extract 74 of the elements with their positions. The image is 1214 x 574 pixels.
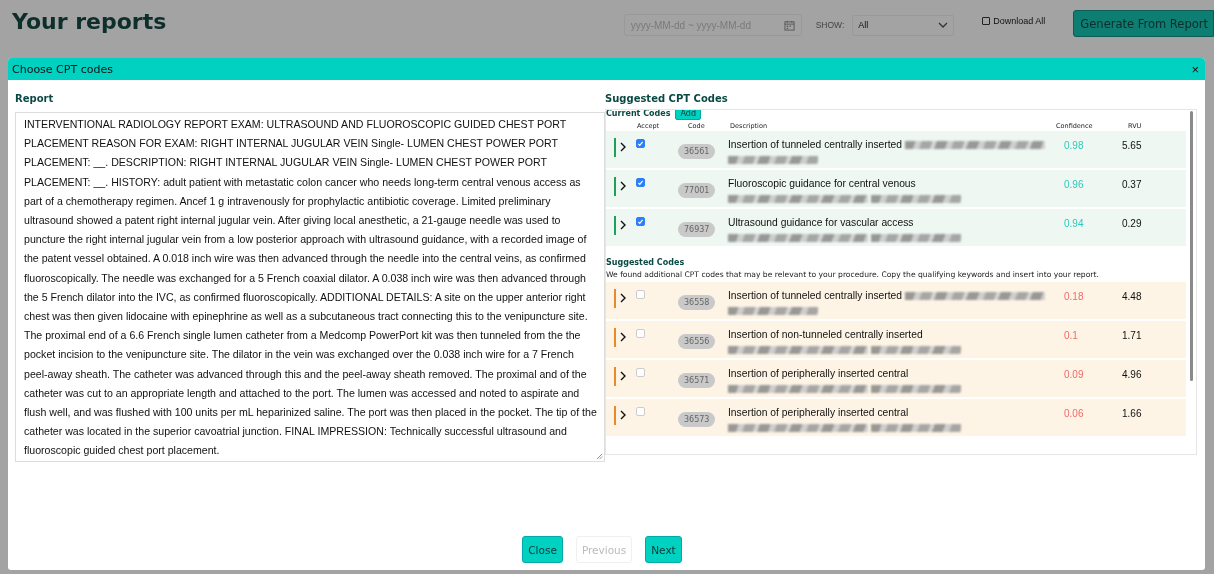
panel-title: Suggested CPT Codes <box>605 93 729 106</box>
confidence-value: 0.96 <box>1063 178 1085 192</box>
page-title: Your reports <box>12 9 167 34</box>
accept-checkbox[interactable] <box>636 329 645 338</box>
code-pill: 36571 <box>678 373 716 388</box>
expand-chevron-icon[interactable] <box>620 220 626 230</box>
expand-chevron-icon[interactable] <box>620 181 626 191</box>
resize-handle-icon[interactable] <box>596 453 603 460</box>
accept-checkbox[interactable] <box>636 139 645 148</box>
status-bar-mark <box>614 177 616 196</box>
chevron-down-icon <box>938 22 949 28</box>
code-row[interactable]: 76937 Ultrasound guidance for vascular access 0.94 0.29 <box>606 209 1186 248</box>
confidence-value: 0.98 <box>1063 139 1085 153</box>
status-bar-mark <box>614 367 616 386</box>
code-row[interactable]: 36571 Insertion of peripherally inserted central 0.09 4.96 <box>606 360 1186 399</box>
report-text-area[interactable]: INTERVENTIONAL RADIOLOGY REPORT EXAM: ULTRASOUND AND FLUOROSCOPIC GUIDED CHEST PORT PLACEMENT REASON FOR EXAM: RIGHT INTERNAL JUGULAR VEIN Single- LUMEN CHEST POWER PORT PLACEMENT: __. DESCRIPTION: RIGHT INTERNAL JUGULAR VEIN Single- LUMEN CHEST POWER PORT PLACEMENT: __. HISTORY: adult patient with metastatic colon cancer who needs long-term central venous access as part of a chemotherapy regimen. Ancef 1 g intravenously for prophylactic antibiotic coverage. Limited preliminary ultrasound showed a patent right internal jugular vein. After giving local anesthetic, a 21-gauge needle was used to puncture the right internal jugular vein from a low posterior approach with ultrasound guidance, with a recorded image of the patent vessel obtained. A 0.018 inch wire was then advanced through the needle into the central veins, as confirmed fluoroscopically. The needle was exchanged for a 5 French coaxial dilator. A 0.038 inch wire was then advanced through the 5 French dilator into the IVC, as confirmed fluoroscopically. ADDITIONAL DETAILS: A site on the upper anterior right chest was then given lidocaine with epinephrine as well as a subcutaneous tract connecting this to the venipuncture site. The proximal end of a 6.6 French single lumen catheter from a Medcomp PowerPort kit was then tunneled from the the pocket incision to the venipuncture site. The dilator in the vein was exchanged over the 0.038 inch wire for a 7 French peel-away sheath. The catheter was advanced through this and the peel-away sheath removed. The proximal and of the catheter was cut to an appropriate length and attached to the port. The lumen was accessed and noted to aspirate and flush well, and was flushed with 100 units per mL heparinized saline. The port was then placed in the pocket. The tip of the catheter was located in the superior cavoatrial junction. FINAL IMPRESSION: Technically successful ultrasound and fluoroscopic guided chest port placement. <box>15 112 605 462</box>
expand-chevron-icon[interactable] <box>620 371 626 381</box>
show-select[interactable]: All <box>852 14 955 36</box>
code-row[interactable]: 36556 Insertion of non-tunneled centrally inserted 0.1 1.71 <box>606 321 1186 360</box>
code-description: Insertion of peripherally inserted central <box>728 407 909 419</box>
rvu-value: 5.65 <box>1121 139 1143 153</box>
show-label: SHOW: <box>815 20 845 30</box>
status-bar-mark <box>614 289 616 308</box>
code-description: Fluoroscopic guidance for central venous <box>728 178 916 190</box>
confidence-value: 0.1 <box>1063 329 1079 343</box>
rvu-value: 4.96 <box>1121 368 1143 382</box>
code-pill: 36573 <box>678 412 716 427</box>
expand-chevron-icon[interactable] <box>620 142 626 152</box>
accept-checkbox[interactable] <box>636 178 645 187</box>
rvu-value: 1.71 <box>1121 329 1143 343</box>
section-title: Suggested Codes <box>606 257 685 267</box>
code-pill: 76937 <box>678 222 716 237</box>
status-bar-mark <box>614 138 616 157</box>
accept-checkbox[interactable] <box>636 368 645 377</box>
code-pill: 77001 <box>678 183 716 198</box>
code-row[interactable]: 36561 Insertion of tunneled centrally inserted 0.98 5.65 <box>606 131 1186 170</box>
rvu-value: 4.48 <box>1121 290 1143 304</box>
download-all-checkbox[interactable]: Download All <box>982 16 1046 26</box>
expand-chevron-icon[interactable] <box>620 293 626 303</box>
confidence-value: 0.18 <box>1063 290 1085 304</box>
close-button[interactable]: × <box>1189 62 1201 76</box>
code-row[interactable]: 36573 Insertion of peripherally inserted central 0.06 1.66 <box>606 399 1186 438</box>
calendar-icon <box>783 20 795 31</box>
expand-chevron-icon[interactable] <box>620 410 626 420</box>
rvu-value: 0.29 <box>1121 217 1143 231</box>
code-pill: 36561 <box>678 144 716 159</box>
dialog-title: Choose CPT codes <box>12 62 113 76</box>
code-description: Insertion of tunneled centrally inserted <box>728 290 902 302</box>
code-row[interactable]: 36558 Insertion of tunneled centrally inserted 0.18 4.48 <box>606 282 1186 321</box>
code-row[interactable]: 77001 Fluoroscopic guidance for central venous 0.96 0.37 <box>606 170 1186 209</box>
accept-checkbox[interactable] <box>636 290 645 299</box>
dialog-button[interactable]: Next <box>645 536 682 563</box>
code-description: Insertion of peripherally inserted central <box>728 368 909 380</box>
confidence-value: 0.09 <box>1063 368 1085 382</box>
accept-checkbox[interactable] <box>636 217 645 226</box>
status-bar-mark <box>614 406 616 425</box>
code-pill: 36558 <box>678 295 716 310</box>
code-pill: 36556 <box>678 334 716 349</box>
status-bar-mark <box>614 216 616 235</box>
confidence-value: 0.06 <box>1063 407 1085 421</box>
expand-chevron-icon[interactable] <box>620 332 626 342</box>
dialog-button[interactable]: Close <box>522 536 563 563</box>
confidence-value: 0.94 <box>1063 217 1085 231</box>
section-title: Current Codes <box>606 110 671 118</box>
rvu-value: 0.37 <box>1121 178 1143 192</box>
rvu-value: 1.66 <box>1121 407 1143 421</box>
code-description: Ultrasound guidance for vascular access <box>728 217 914 229</box>
status-bar-mark <box>614 328 616 347</box>
accept-checkbox[interactable] <box>636 407 645 416</box>
report-label: Report <box>15 93 55 106</box>
scrollbar-thumb[interactable] <box>1190 111 1193 381</box>
code-description: Insertion of non-tunneled centrally inserted <box>728 329 923 341</box>
code-description: Insertion of tunneled centrally inserted <box>728 139 902 151</box>
add-button[interactable]: Add <box>675 110 701 120</box>
